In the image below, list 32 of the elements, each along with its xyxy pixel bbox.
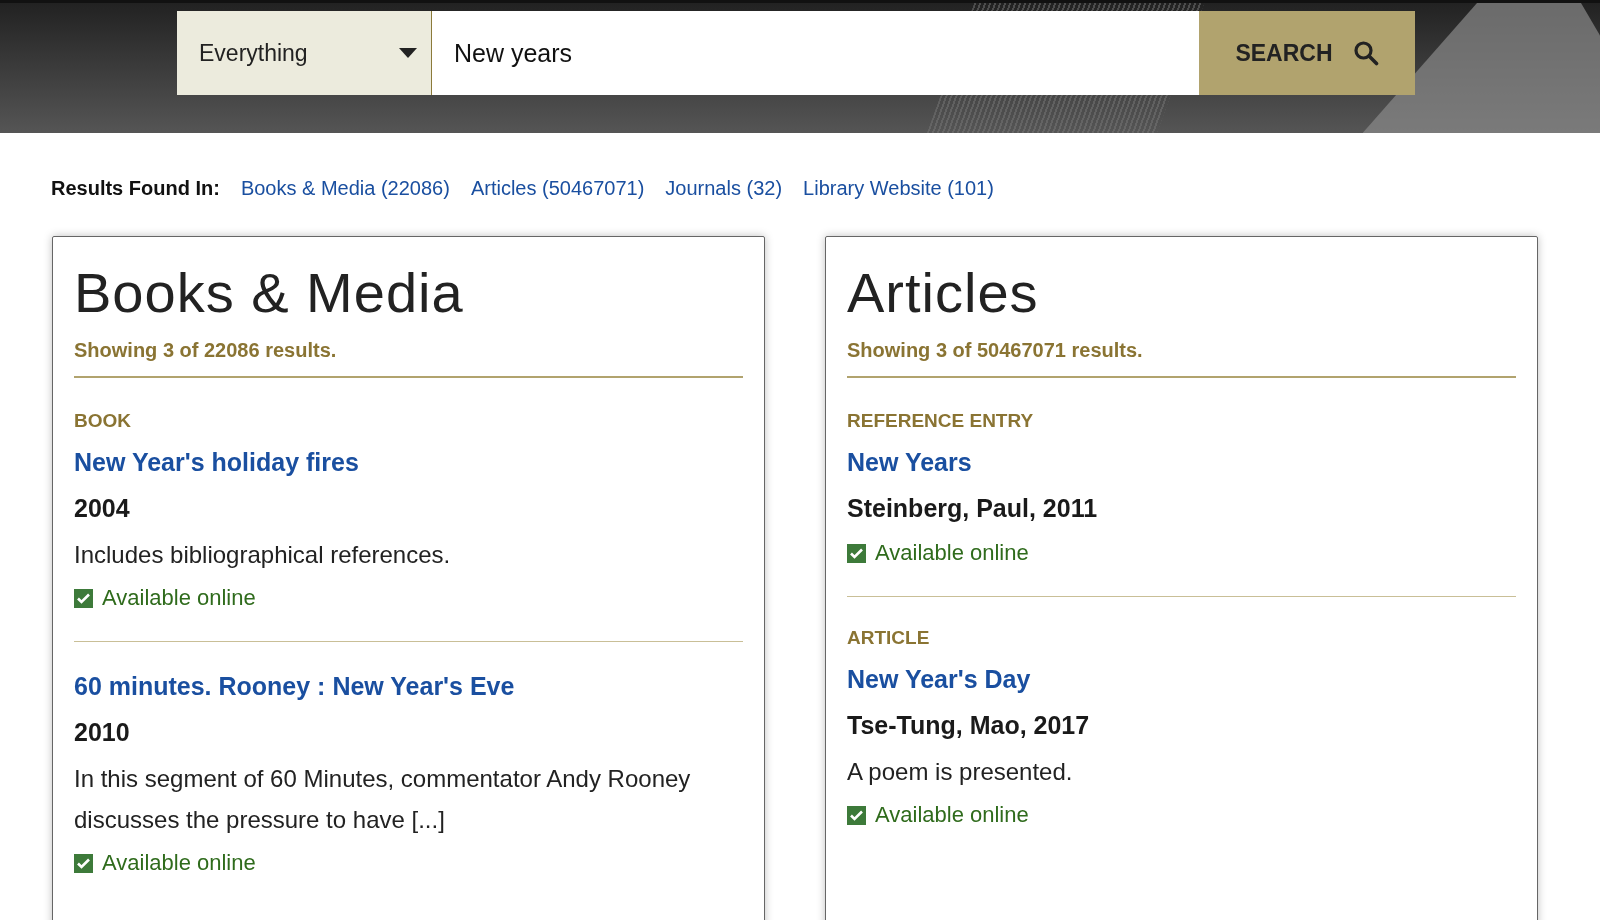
scope-dropdown[interactable]: Everything bbox=[177, 11, 432, 95]
result-category-link[interactable]: Journals (32) bbox=[665, 177, 783, 200]
item-description: Includes bibliographical references. bbox=[74, 540, 452, 570]
search-field[interactable]: New years bbox=[432, 11, 1199, 95]
item-byline: 2004 bbox=[74, 494, 131, 523]
item-title-link[interactable]: New Year's Day bbox=[847, 665, 1516, 694]
item-type-label: ARTICLE bbox=[847, 627, 931, 649]
item-type-label: BOOK bbox=[74, 410, 132, 432]
caret-icon bbox=[399, 48, 417, 58]
item-byline: Steinberg, Paul, 2011 bbox=[847, 494, 1099, 523]
item-description: In this segment of 60 Minutes, commentator Andy Rooney discusses the pressure to have [...] bbox=[74, 764, 692, 835]
results-found-label: Results Found In: bbox=[51, 177, 220, 200]
availability-text: Available online bbox=[875, 540, 1029, 566]
result-category-link[interactable]: Articles (50467071) bbox=[470, 177, 645, 200]
availability-text: Available online bbox=[102, 850, 256, 876]
item-title-link[interactable]: New Years bbox=[847, 448, 1516, 477]
results-summary: Showing 3 of 50467071 results. bbox=[847, 325, 1516, 378]
availability-text: Available online bbox=[875, 802, 1029, 828]
search-icon bbox=[1352, 40, 1379, 66]
availability-text: Available online bbox=[102, 585, 256, 611]
item-byline: Tse-Tung, Mao, 2017 bbox=[847, 711, 1091, 740]
result-category-link[interactable]: Library Website (101) bbox=[803, 177, 994, 200]
item-title-link[interactable]: New Year's holiday fires bbox=[74, 448, 743, 477]
item-description: A poem is presented. bbox=[847, 757, 1074, 787]
item-type-label: REFERENCE ENTRY bbox=[847, 410, 1035, 432]
item-byline: 2010 bbox=[74, 718, 131, 747]
result-category-link[interactable]: Books & Media (22086) bbox=[240, 177, 450, 200]
results-summary: Showing 3 of 22086 results. bbox=[74, 325, 743, 378]
card-title: Books & Media bbox=[74, 261, 465, 325]
search-button[interactable]: SEARCH bbox=[1199, 11, 1415, 95]
item-title-link[interactable]: 60 minutes. Rooney : New Year's Eve bbox=[74, 672, 743, 701]
card-title: Articles bbox=[847, 261, 1040, 325]
